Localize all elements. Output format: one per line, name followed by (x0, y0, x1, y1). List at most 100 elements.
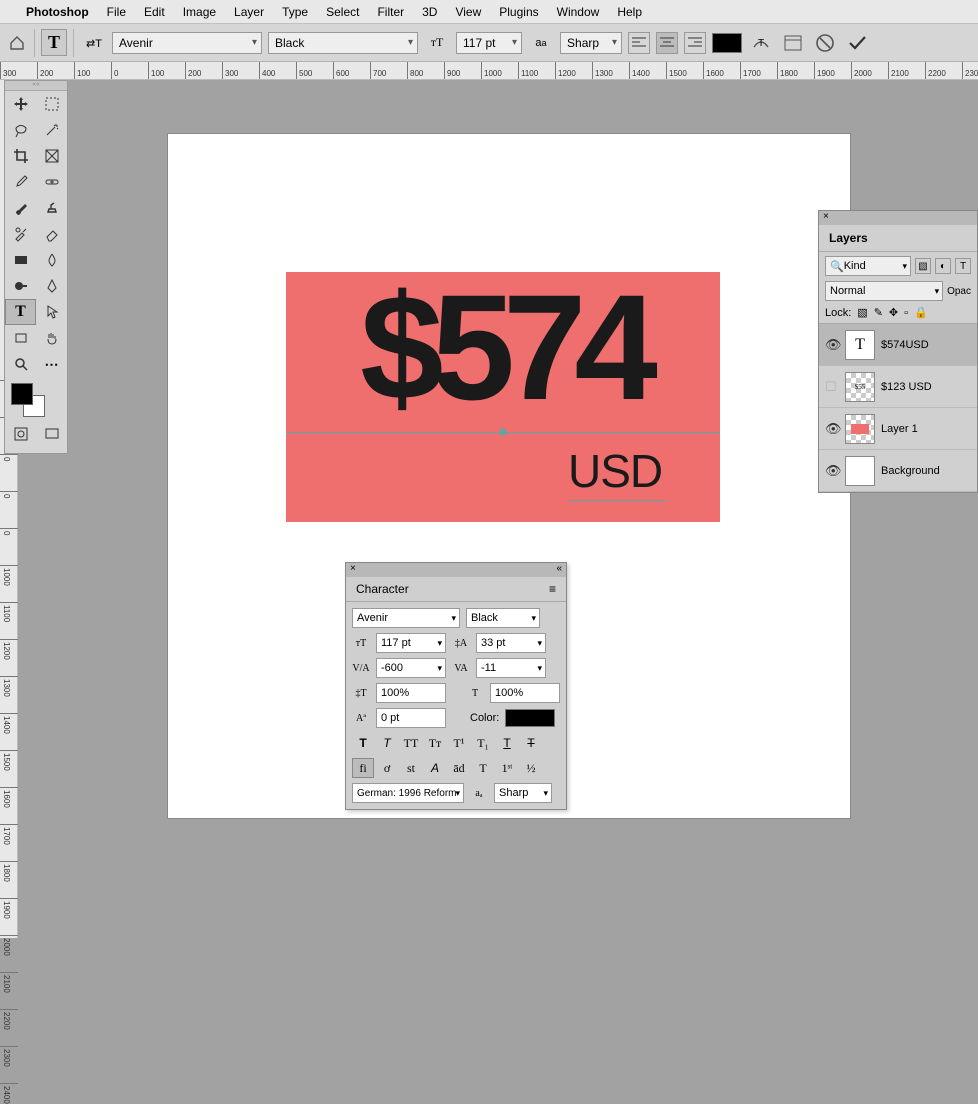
allcaps-button[interactable]: TT (400, 733, 422, 753)
filter-type-icon[interactable]: T (955, 258, 971, 274)
character-panel-icon[interactable] (780, 30, 806, 56)
foreground-color-swatch[interactable] (11, 383, 33, 405)
align-left-button[interactable] (628, 32, 650, 54)
align-center-button[interactable] (656, 32, 678, 54)
align-right-button[interactable] (684, 32, 706, 54)
superscript-button[interactable]: T¹ (448, 733, 470, 753)
layer-row[interactable]: 👁 T $574USD (819, 324, 977, 366)
collapse-icon[interactable]: « (556, 563, 562, 577)
move-tool[interactable] (5, 91, 36, 117)
lock-pixels-icon[interactable]: ▧ (857, 306, 867, 319)
layer-name[interactable]: $574USD (881, 339, 929, 351)
font-weight-select[interactable]: Black (268, 32, 418, 54)
zoom-tool[interactable] (5, 351, 36, 377)
hand-tool[interactable] (36, 325, 67, 351)
magic-wand-tool[interactable] (36, 117, 67, 143)
history-brush-tool[interactable] (5, 221, 36, 247)
layers-tab[interactable]: Layers (819, 225, 977, 252)
menu-help[interactable]: Help (617, 5, 642, 19)
visibility-icon[interactable]: ☐ (825, 379, 839, 395)
commit-icon[interactable] (844, 30, 870, 56)
filter-pixel-icon[interactable]: ▧ (915, 258, 931, 274)
menu-edit[interactable]: Edit (144, 5, 165, 19)
character-tab[interactable]: Character≡ (346, 577, 566, 602)
edit-toolbar[interactable]: ⋯ (36, 351, 67, 377)
stylistic-button[interactable]: ād (448, 758, 470, 778)
char-leading-input[interactable]: 33 pt (476, 633, 546, 653)
bold-button[interactable]: T (352, 733, 374, 753)
marquee-tool[interactable] (36, 91, 67, 117)
char-size-input[interactable]: 117 pt (376, 633, 446, 653)
visibility-icon[interactable]: 👁 (825, 463, 839, 479)
dodge-tool[interactable] (5, 273, 36, 299)
lock-all-icon[interactable]: 🔒 (914, 306, 928, 319)
frame-tool[interactable] (36, 143, 67, 169)
blend-mode-select[interactable]: Normal (825, 281, 943, 301)
lock-brush-icon[interactable]: ✎ (874, 306, 883, 319)
char-aa-select[interactable]: Sharp (494, 783, 552, 803)
color-swatches[interactable] (5, 381, 67, 421)
char-font-select[interactable]: Avenir (352, 608, 460, 628)
smallcaps-button[interactable]: Tᴛ (424, 733, 446, 753)
layer-name[interactable]: Background (881, 465, 940, 477)
visibility-icon[interactable]: 👁 (825, 337, 839, 353)
lock-artboard-icon[interactable]: ▫ (904, 307, 908, 319)
crop-tool[interactable] (5, 143, 36, 169)
big-price-text[interactable]: $574 (286, 272, 720, 422)
swash-button[interactable]: A (424, 758, 446, 778)
subscript-button[interactable]: T₁ (472, 733, 494, 753)
titling-button[interactable]: T (472, 758, 494, 778)
discretionary-button[interactable]: st (400, 758, 422, 778)
eyedropper-tool[interactable] (5, 169, 36, 195)
gradient-tool[interactable] (5, 247, 36, 273)
brush-tool[interactable] (5, 195, 36, 221)
ligatures-button[interactable]: fi (352, 758, 374, 778)
layer-row[interactable]: 👁 Layer 1 (819, 408, 977, 450)
rectangle-tool[interactable] (5, 325, 36, 351)
menu-type[interactable]: Type (282, 5, 308, 19)
char-baseline-input[interactable]: 0 pt (376, 708, 446, 728)
usd-text[interactable]: USD (568, 444, 662, 498)
panel-titlebar[interactable]: ×« (346, 563, 566, 577)
type-tool[interactable]: T (5, 299, 36, 325)
lasso-tool[interactable] (5, 117, 36, 143)
strike-button[interactable]: T (520, 733, 542, 753)
char-hscale-input[interactable]: 100% (490, 683, 560, 703)
path-select-tool[interactable] (36, 299, 67, 325)
pen-tool[interactable] (36, 273, 67, 299)
screenmode-icon[interactable] (36, 421, 67, 447)
layer-name[interactable]: Layer 1 (881, 423, 918, 435)
underline-button[interactable]: T (496, 733, 518, 753)
panel-menu-icon[interactable]: ≡ (549, 582, 556, 596)
menu-window[interactable]: Window (557, 5, 600, 19)
text-orientation-icon[interactable]: ⇄T (80, 30, 106, 56)
char-color-swatch[interactable] (505, 709, 555, 727)
antialias-select[interactable]: Sharp (560, 32, 622, 54)
menu-select[interactable]: Select (326, 5, 359, 19)
menu-plugins[interactable]: Plugins (499, 5, 538, 19)
menu-layer[interactable]: Layer (234, 5, 264, 19)
visibility-icon[interactable]: 👁 (825, 421, 839, 437)
font-family-select[interactable]: Avenir (112, 32, 262, 54)
home-button[interactable] (6, 32, 28, 54)
char-weight-select[interactable]: Black (466, 608, 540, 628)
menu-image[interactable]: Image (183, 5, 216, 19)
menu-3d[interactable]: 3D (422, 5, 437, 19)
layers-titlebar[interactable]: × (819, 211, 977, 225)
layer-filter-select[interactable]: 🔍 Kind (825, 256, 911, 276)
eraser-tool[interactable] (36, 221, 67, 247)
blur-tool[interactable] (36, 247, 67, 273)
cancel-icon[interactable] (812, 30, 838, 56)
filter-adjust-icon[interactable]: ◐ (935, 258, 951, 274)
menu-filter[interactable]: Filter (377, 5, 404, 19)
char-vscale-input[interactable]: 100% (376, 683, 446, 703)
layer-row[interactable]: ☐ $55 $123 USD (819, 366, 977, 408)
type-tool-icon[interactable]: T (41, 29, 67, 56)
lock-position-icon[interactable]: ✥ (889, 306, 898, 319)
fractions-button[interactable]: ½ (520, 758, 542, 778)
text-color-swatch[interactable] (712, 33, 742, 53)
quickmask-icon[interactable] (5, 421, 36, 447)
warp-text-icon[interactable]: T (748, 30, 774, 56)
font-size-select[interactable]: 117 pt (456, 32, 522, 54)
char-kerning-input[interactable]: -600 (376, 658, 446, 678)
